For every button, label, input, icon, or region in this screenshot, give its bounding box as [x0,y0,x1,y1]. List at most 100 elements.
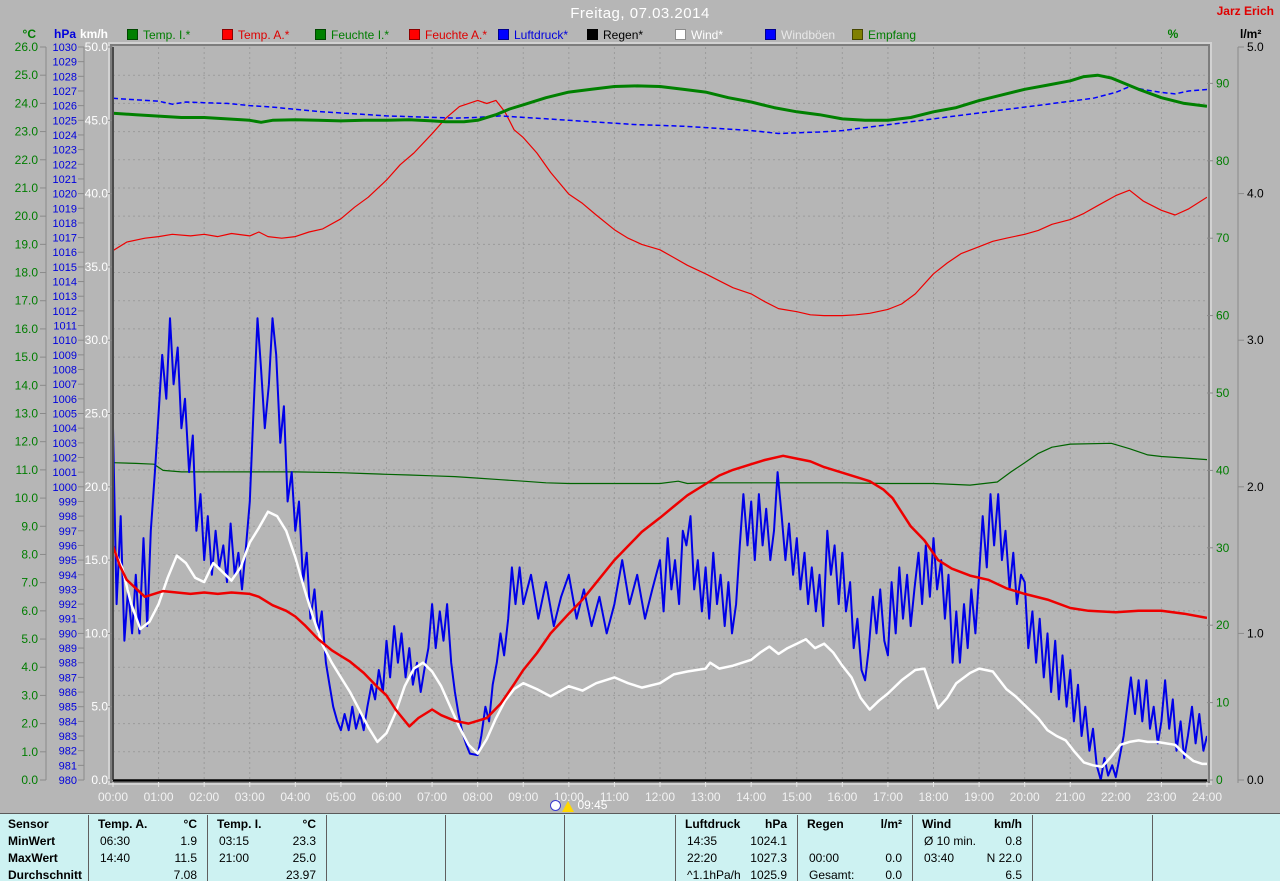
daylight-icon [550,800,562,811]
tick-kmh: 50.0 [85,40,109,54]
col-unit-temp_i: °C [302,817,316,831]
tick-temp_c: 12.0 [15,435,39,449]
tick-percent: 10 [1216,696,1230,710]
tick-hpa: 1022 [53,159,77,171]
tick-hpa: 1001 [53,467,77,479]
tick-kmh: 10.0 [85,626,109,640]
table-divider [445,815,446,881]
x-tick-label: 19:00 [964,790,994,804]
x-tick-label: 12:00 [645,790,675,804]
x-tick-label: 03:00 [235,790,265,804]
tick-lm2: 1.0 [1247,626,1264,640]
tick-lm2: 0.0 [1247,773,1264,787]
tick-percent: 30 [1216,541,1230,555]
tick-kmh: 25.0 [85,407,109,421]
tick-hpa: 989 [59,643,77,655]
warning-icon [562,801,575,812]
tick-temp_c: 20.0 [15,209,39,223]
cell-regen-max-value: 0.0 [885,851,902,865]
tick-kmh: 35.0 [85,260,109,274]
cell-regen-avg-value: 0.0 [885,868,902,881]
tick-hpa: 1015 [53,262,77,274]
tick-hpa: 993 [59,584,77,596]
tick-hpa: 996 [59,540,77,552]
cell-temp_i-avg-value: 23.97 [285,868,316,881]
tick-percent: 20 [1216,618,1230,632]
tick-temp_c: 15.0 [15,350,39,364]
tick-hpa: 994 [59,570,77,582]
tick-hpa: 1013 [53,291,77,303]
x-tick-label: 22:00 [1101,790,1131,804]
marker-time: 09:45 [577,798,608,812]
tick-hpa: 987 [59,672,77,684]
tick-hpa: 981 [59,760,77,772]
tick-hpa: 998 [59,511,77,523]
tick-hpa: 1009 [53,350,77,362]
tick-hpa: 1011 [53,321,77,333]
tick-temp_c: 23.0 [15,125,39,139]
tick-temp_c: 8.0 [21,547,38,561]
tick-temp_c: 1.0 [21,745,38,759]
tick-hpa: 995 [59,555,77,567]
tick-kmh: 30.0 [85,333,109,347]
tick-hpa: 980 [59,775,77,787]
cell-temp_a-max-value: 11.5 [174,851,197,865]
tick-temp_c: 13.0 [15,407,39,421]
cell-wind-max-value: N 22.0 [986,851,1022,865]
tick-hpa: 1004 [53,423,77,435]
axis-lm2 [1237,46,1244,783]
chart-canvas[interactable]: 0.0 1.0 2.0 3.0 4.0 5.0 6.0 7.0 8.0 9.0 10.0 11.0 12… [0,0,1280,813]
tick-temp_c: 5.0 [21,632,38,646]
col-unit-wind: km/h [993,817,1022,831]
table-divider [326,815,327,881]
tick-hpa: 1020 [53,189,77,201]
cell-luftdruck-avg-value: 1025.9 [750,868,787,881]
x-tick-label: 05:00 [326,790,356,804]
tick-hpa: 1000 [53,482,77,494]
tick-hpa: 1010 [53,335,77,347]
tick-hpa: 1016 [53,247,77,259]
sunrise-marker: 09:45 [550,797,607,813]
table-divider [1152,815,1153,881]
tick-hpa: 1029 [53,57,77,69]
tick-percent: 60 [1216,309,1230,323]
x-tick-label: 07:00 [417,790,447,804]
x-tick-label: 24:00 [1192,790,1222,804]
cell-temp_a-avg-value: 7.08 [173,868,197,881]
tick-hpa: 984 [59,716,77,728]
tick-temp_c: 21.0 [15,181,39,195]
tick-temp_c: 3.0 [21,688,38,702]
stats-table: Sensor MinWert MaxWert Durchschnitt Temp. A.… [0,813,1280,881]
axis-hpa [78,46,85,781]
tick-hpa: 1007 [53,379,77,391]
weather-day-view: Freitag, 07.03.2014 Jarz Erich °C hPa km… [0,0,1280,881]
tick-temp_c: 25.0 [15,68,39,82]
tick-hpa: 1027 [53,86,77,98]
row-label: Sensor [8,817,49,831]
tick-hpa: 1021 [53,174,77,186]
x-tick-label: 09:00 [508,790,538,804]
cell-temp_a-min-value: 1.9 [180,834,197,848]
x-tick-label: 21:00 [1055,790,1085,804]
tick-temp_c: 11.0 [16,463,39,477]
tick-percent: 50 [1216,386,1230,400]
tick-percent: 90 [1216,76,1230,90]
x-tick-label: 15:00 [782,790,812,804]
col-unit-regen: l/m² [880,817,902,831]
series-temp_a [113,454,1207,728]
x-tick-label: 16:00 [827,790,857,804]
tick-kmh: 0.0 [91,773,108,787]
tick-hpa: 990 [59,628,77,640]
tick-hpa: 1017 [53,233,77,245]
tick-hpa: 1023 [53,145,77,157]
tick-temp_c: 4.0 [21,660,38,674]
x-tick-label: 13:00 [691,790,721,804]
tick-hpa: 1024 [53,130,77,142]
tick-kmh: 15.0 [85,553,109,567]
tick-hpa: 1008 [53,365,77,377]
tick-hpa: 997 [59,526,77,538]
tick-percent: 0 [1216,773,1223,787]
tick-percent: 40 [1216,463,1230,477]
row-label: MaxWert [8,851,58,865]
x-tick-label: 01:00 [144,790,174,804]
